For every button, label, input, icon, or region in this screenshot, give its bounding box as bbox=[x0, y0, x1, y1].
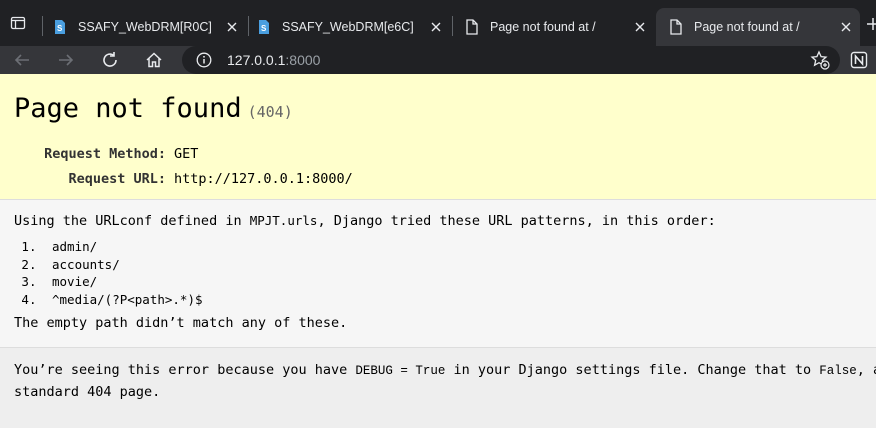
explanation-line-2: standard 404 page. bbox=[14, 384, 161, 400]
reload-icon bbox=[103, 52, 117, 67]
svg-text:S: S bbox=[57, 24, 63, 33]
browser-toolbar: 127.0.0.1:8000 bbox=[0, 46, 876, 74]
tab-separator bbox=[248, 16, 249, 36]
request-url-row: Request URL: http://127.0.0.1:8000/ bbox=[14, 167, 353, 192]
error-summary: Page not found (404) Request Method: GET … bbox=[0, 74, 876, 200]
back-button[interactable] bbox=[10, 48, 34, 72]
request-method-row: Request Method: GET bbox=[14, 142, 353, 167]
intro-text: Using the URLconf defined in bbox=[14, 213, 250, 229]
list-item: admin/ bbox=[44, 238, 876, 256]
forward-button[interactable] bbox=[54, 48, 78, 72]
request-method-label: Request Method: bbox=[44, 146, 166, 162]
explanation-text: , and D bbox=[856, 362, 876, 378]
notion-extension-button[interactable] bbox=[848, 49, 870, 71]
reload-button[interactable] bbox=[98, 48, 122, 72]
document-icon bbox=[668, 19, 684, 35]
no-match-message: The empty path didn’t match any of these… bbox=[14, 315, 348, 331]
status-code: (404) bbox=[247, 103, 293, 121]
url-host: 127.0.0.1 bbox=[227, 52, 286, 68]
page-content: Page not found (404) Request Method: GET … bbox=[0, 74, 876, 428]
ssafy-favicon-icon: S bbox=[52, 19, 68, 35]
arrow-right-icon bbox=[59, 54, 74, 66]
tab-strip: S SSAFY_WebDRM[R0C] S SSAFY_WebDRM[e6C] bbox=[0, 0, 876, 46]
tab-ssafy-1[interactable]: S SSAFY_WebDRM[R0C] bbox=[46, 8, 246, 46]
url-pattern-list: admin/ accounts/ movie/ ^media/(?P<path>… bbox=[44, 238, 876, 308]
error-heading: Page not found bbox=[14, 93, 242, 124]
site-info-icon[interactable] bbox=[195, 51, 213, 69]
debug-setting: DEBUG = True bbox=[355, 364, 446, 378]
request-method-value: GET bbox=[174, 146, 199, 162]
plus-icon bbox=[867, 18, 876, 30]
notion-icon bbox=[850, 51, 868, 69]
tab-page-not-found-1[interactable]: Page not found at / bbox=[454, 8, 654, 46]
tab-separator bbox=[452, 16, 453, 36]
tab-title: SSAFY_WebDRM[R0C] bbox=[78, 20, 212, 34]
explanation-text: You’re seeing this error because you hav… bbox=[14, 362, 356, 378]
list-item: movie/ bbox=[44, 273, 876, 291]
new-tab-button[interactable] bbox=[858, 12, 876, 36]
document-icon bbox=[464, 19, 480, 35]
close-tab-icon[interactable] bbox=[838, 19, 854, 35]
tab-actions-icon bbox=[10, 16, 26, 30]
tab-title: SSAFY_WebDRM[e6C] bbox=[282, 20, 414, 34]
false-value: False bbox=[819, 364, 857, 378]
urlconf-name: MPJT.urls bbox=[249, 213, 318, 228]
tab-actions-button[interactable] bbox=[0, 0, 36, 46]
url-pattern: accounts/ bbox=[52, 256, 120, 272]
close-tab-icon[interactable] bbox=[224, 19, 240, 35]
request-url-value: http://127.0.0.1:8000/ bbox=[174, 171, 353, 187]
home-icon bbox=[146, 52, 162, 68]
close-tab-icon[interactable] bbox=[428, 19, 444, 35]
tab-separator bbox=[42, 16, 43, 36]
request-meta: Request Method: GET Request URL: http://… bbox=[14, 142, 353, 192]
url-pattern: admin/ bbox=[52, 239, 98, 254]
address-bar[interactable]: 127.0.0.1:8000 bbox=[182, 46, 840, 74]
list-item: accounts/ bbox=[44, 256, 876, 274]
explanation-line-1: You’re seeing this error because you hav… bbox=[14, 360, 876, 382]
ssafy-favicon-icon: S bbox=[256, 19, 272, 35]
list-item: ^media/(?P<path>.*)$ bbox=[44, 291, 876, 309]
close-tab-icon[interactable] bbox=[632, 19, 648, 35]
tab-page-not-found-active[interactable]: Page not found at / bbox=[656, 8, 860, 46]
url-patterns-info: Using the URLconf defined in MPJT.urls, … bbox=[0, 200, 876, 348]
arrow-left-icon bbox=[14, 54, 29, 66]
page-title: Page not found (404) bbox=[14, 92, 876, 129]
tab-title: Page not found at / bbox=[490, 20, 596, 34]
svg-text:S: S bbox=[261, 24, 267, 33]
url-port: :8000 bbox=[285, 52, 321, 68]
urlconf-intro: Using the URLconf defined in MPJT.urls, … bbox=[14, 212, 876, 230]
debug-explanation: You’re seeing this error because you hav… bbox=[0, 348, 876, 428]
url-pattern: ^media/(?P<path>.*)$ bbox=[52, 291, 203, 307]
bookmark-star-icon[interactable] bbox=[810, 50, 830, 70]
intro-text-end: , Django tried these URL patterns, in th… bbox=[317, 213, 716, 229]
tab-title: Page not found at / bbox=[694, 20, 800, 34]
tab-ssafy-2[interactable]: S SSAFY_WebDRM[e6C] bbox=[250, 8, 450, 46]
home-button[interactable] bbox=[142, 48, 166, 72]
explanation-text: in your Django settings file. Change tha… bbox=[445, 362, 820, 378]
request-url-label: Request URL: bbox=[68, 171, 166, 187]
url-pattern: movie/ bbox=[52, 274, 98, 289]
